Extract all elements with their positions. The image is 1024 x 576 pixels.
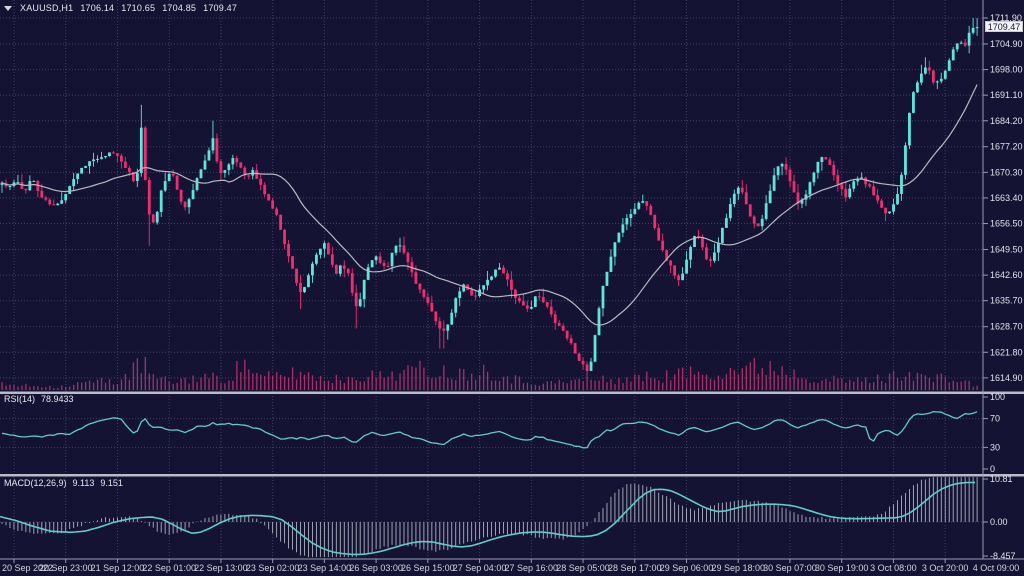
price-tick-label: 1642.60: [990, 270, 1023, 280]
volume-bars: [1, 357, 977, 390]
time-tick-label: 27 Sep 04:00: [453, 563, 507, 573]
macd-tick-label: 0.00: [990, 517, 1008, 527]
symbol-timeframe-label: XAUUSD,H1: [20, 3, 73, 13]
macd-signal-value: 9.151: [100, 478, 123, 488]
rsi-tick-label: 70: [990, 414, 1000, 424]
rsi-indicator-label: RSI(14) 78.9433: [4, 394, 74, 404]
price-tick-label: 1628.70: [990, 322, 1023, 332]
time-tick-label: 23 Sep 02:00: [246, 563, 300, 573]
time-tick-label: 23 Sep 14:00: [298, 563, 352, 573]
macd-tick-label: -8.457: [990, 551, 1016, 561]
ohlc-high-value: 1710.65: [121, 3, 155, 13]
rsi-value: 78.9433: [41, 394, 74, 404]
price-tick-label: 1677.20: [990, 142, 1023, 152]
price-tick-label: 1621.80: [990, 347, 1023, 357]
macd-axis[interactable]: 10.81 0.00 -8.457: [983, 474, 1016, 561]
time-tick-label: 21 Sep 12:00: [91, 563, 145, 573]
rsi-name: RSI(14): [4, 394, 35, 404]
macd-tick-label: 10.81: [990, 474, 1013, 484]
price-chart-canvas[interactable]: 1711.901704.901698.001691.101684.201677.…: [0, 0, 1024, 576]
time-tick-label: 3 Oct 20:00: [922, 563, 969, 573]
macd-name: MACD(12,26,9): [4, 478, 67, 488]
rsi-axis[interactable]: 100 70 30 0: [983, 392, 1005, 474]
time-tick-label: 30 Sep 07:00: [763, 563, 817, 573]
price-tick-label: 1635.70: [990, 296, 1023, 306]
macd-indicator-label: MACD(12,26,9) 9.113 9.151: [4, 478, 123, 488]
price-tick-label: 1656.50: [990, 219, 1023, 229]
ohlc-low-value: 1704.85: [162, 3, 196, 13]
trading-chart-window: 1711.901704.901698.001691.101684.201677.…: [0, 0, 1024, 576]
time-tick-label: 30 Sep 19:00: [815, 563, 869, 573]
time-tick-label: 22 Sep 01:00: [142, 563, 196, 573]
current-price-value: 1709.47: [988, 22, 1021, 32]
time-tick-label: 28 Sep 17:00: [608, 563, 662, 573]
time-tick-label: 26 Sep 15:00: [401, 563, 455, 573]
price-tick-label: 1704.90: [990, 39, 1023, 49]
time-tick-label: 28 Sep 05:00: [556, 563, 610, 573]
price-tick-label: 1649.50: [990, 245, 1023, 255]
current-price-badge: 1709.47: [985, 21, 1023, 32]
time-axis[interactable]: 20 Sep 202220 Sep 23:0021 Sep 12:0022 Se…: [2, 559, 1019, 573]
macd-signal-line: [0, 482, 975, 554]
time-tick-label: 27 Sep 16:00: [505, 563, 559, 573]
ohlc-close-value: 1709.47: [203, 3, 237, 13]
chart-header: XAUUSD,H1 1706.14 1710.65 1704.85 1709.4…: [4, 3, 237, 13]
rsi-tick-label: 100: [990, 392, 1005, 402]
price-axis[interactable]: 1711.901704.901698.001691.101684.201677.…: [983, 13, 1023, 383]
time-tick-label: 3 Oct 08:00: [870, 563, 917, 573]
time-tick-label: 20 Sep 23:00: [39, 563, 93, 573]
time-tick-label: 22 Sep 13:00: [194, 563, 248, 573]
rsi-line: [2, 412, 977, 448]
macd-main-value: 9.113: [73, 478, 95, 488]
time-tick-label: 26 Sep 03:00: [349, 563, 403, 573]
price-tick-label: 1684.20: [990, 116, 1023, 126]
time-tick-label: 29 Sep 18:00: [711, 563, 765, 573]
symbol-marker-icon[interactable]: [4, 6, 12, 11]
price-tick-label: 1691.10: [990, 90, 1023, 100]
price-tick-label: 1663.40: [990, 193, 1023, 203]
price-tick-label: 1698.00: [990, 65, 1023, 75]
rsi-tick-label: 0: [990, 464, 995, 474]
time-tick-label: 29 Sep 06:00: [660, 563, 714, 573]
price-tick-label: 1614.90: [990, 373, 1023, 383]
rsi-tick-label: 30: [990, 442, 1000, 452]
time-tick-label: 4 Oct 09:00: [973, 563, 1020, 573]
price-tick-label: 1670.30: [990, 167, 1023, 177]
ohlc-open-value: 1706.14: [80, 3, 114, 13]
